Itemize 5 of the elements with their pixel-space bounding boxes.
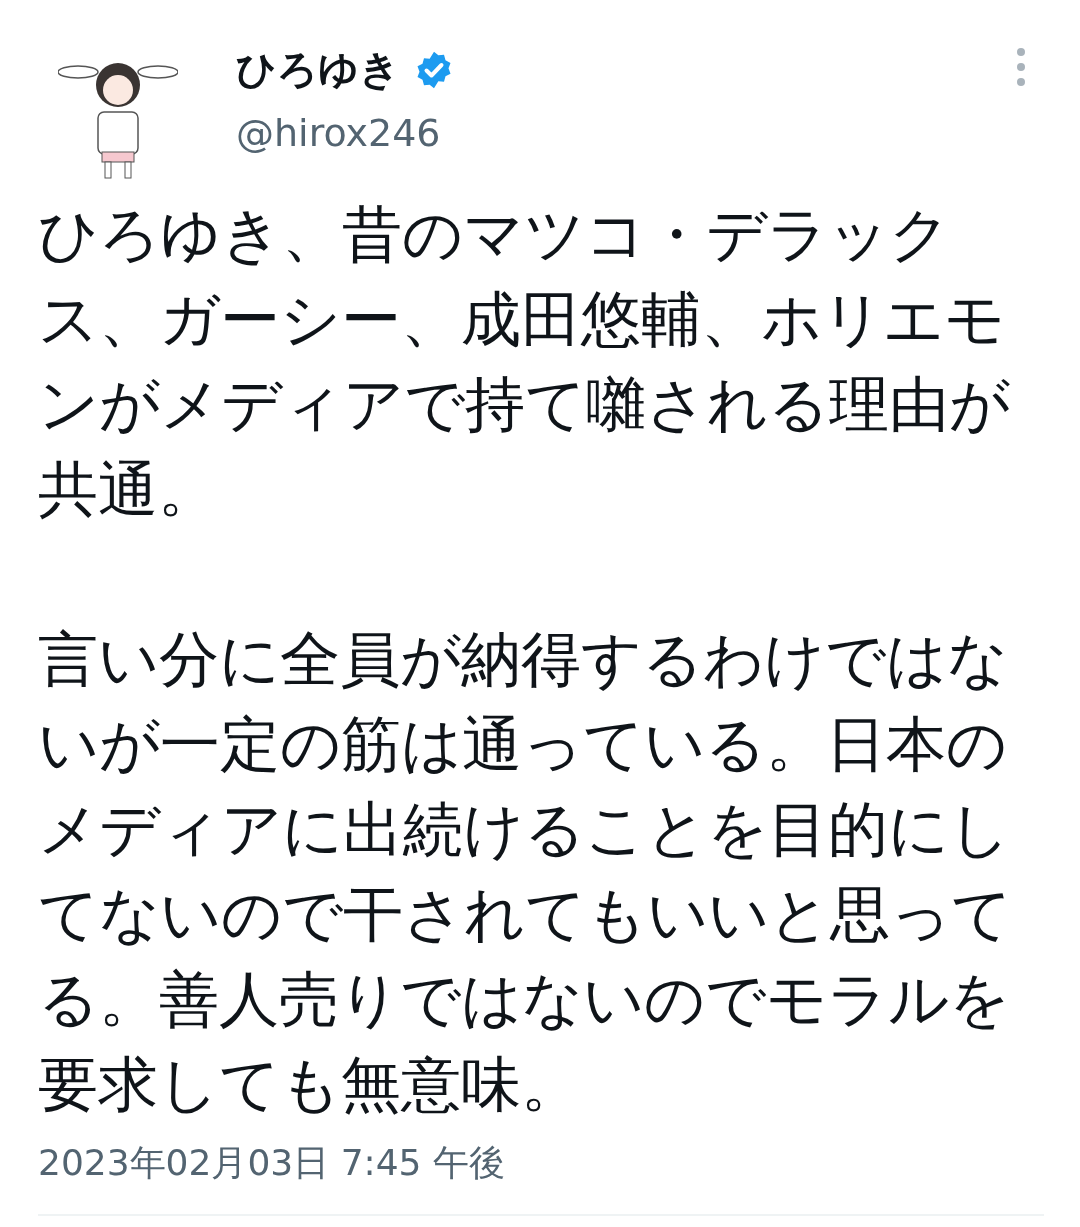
tweet-timestamp[interactable]: 2023年02月03日 7:45 午後 (38, 1139, 505, 1188)
tweet-text: ひろゆき、昔のマツコ・デラックス、ガーシー、成田悠輔、ホリエモンがメディアで持て囃される理由が共通。 (38, 198, 1011, 526)
tweet-text: 言い分に全員が納得するわけではないが一定の筋は通っている。日本のメディアに出続けることを目的にしてないので干されてもいいと思ってる。善人売りではないのでモラルを要求しても無意味。 (38, 623, 1013, 1121)
author-name[interactable]: ひろゆき (236, 42, 400, 97)
author-handle[interactable]: @hirox246 (236, 111, 441, 155)
